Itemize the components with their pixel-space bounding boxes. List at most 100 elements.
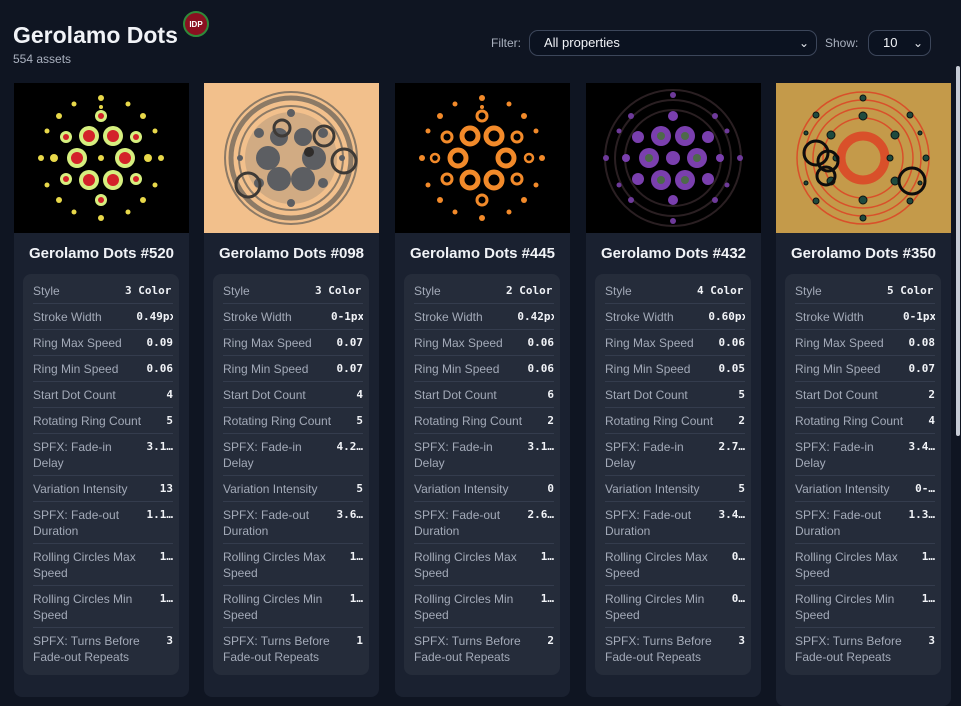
property-row: Ring Min Speed 0.06 [414,356,554,382]
property-value: 4 [166,388,173,401]
property-name: Stroke Width [605,310,674,324]
property-row: Rotating Ring Count 2 [414,408,554,434]
page-scrollbar[interactable] [956,66,960,436]
property-name: Rolling Circles Min Speed [605,592,705,622]
property-row: SPFX: Fade-in Delay 3.1… [414,434,554,476]
filter-select[interactable]: All properties ⌄ [529,30,817,56]
asset-card[interactable]: Gerolamo Dots #445 Style 2 Color Theme St… [395,83,570,697]
property-row: Variation Intensity 0 [414,476,554,502]
property-row: Ring Max Speed 0.08 [795,330,935,356]
property-value: 0.60px [708,310,745,323]
property-value: 0.42px [517,310,554,323]
property-value: 3.4… [718,508,746,521]
property-name: SPFX: Fade-out Duration [414,508,501,538]
asset-title[interactable]: Gerolamo Dots #520 [14,245,189,262]
asset-title[interactable]: Gerolamo Dots #432 [586,245,761,262]
asset-thumbnail[interactable] [586,83,761,233]
property-name: Stroke Width [33,310,102,324]
property-row: SPFX: Turns Before Fade-out Repeats 3 [33,628,173,669]
property-name: Rotating Ring Count [33,414,142,428]
property-row: Style 5 Color Theme [795,278,935,304]
property-row: SPFX: Fade-out Duration 1.3… [795,502,935,544]
property-value: 13 [159,482,173,495]
property-row: Variation Intensity 5 [605,476,745,502]
property-name: Variation Intensity [795,482,890,496]
show-label: Show: [825,36,859,50]
asset-card[interactable]: Gerolamo Dots #520 Style 3 Color Theme St… [14,83,189,697]
property-name: SPFX: Fade-in Delay [223,440,302,470]
property-value: 5 [738,388,745,401]
property-name: Rolling Circles Max Speed [33,550,136,580]
property-row: Style 4 Color Theme [605,278,745,304]
property-name: Start Dot Count [33,388,116,402]
property-name: Style [605,284,632,298]
property-value: 1… [349,550,363,563]
property-value: 0.05 [718,362,746,375]
asset-thumbnail[interactable] [204,83,379,233]
property-name: Rotating Ring Count [795,414,904,428]
property-row: Rolling Circles Min Speed 0… [605,586,745,628]
asset-title[interactable]: Gerolamo Dots #350 [776,245,951,262]
asset-card[interactable]: Gerolamo Dots #432 Style 4 Color Theme St… [586,83,761,697]
property-row: Ring Min Speed 0.06 [33,356,173,382]
property-row: Variation Intensity 13 [33,476,173,502]
property-row: Rolling Circles Max Speed 1… [795,544,935,586]
property-value: 2 [738,414,745,427]
property-name: SPFX: Fade-in Delay [605,440,684,470]
property-value: 0… [731,550,745,563]
filter-label: Filter: [491,36,521,50]
property-row: Rolling Circles Max Speed 1… [414,544,554,586]
property-row: Rolling Circles Min Speed 1… [223,586,363,628]
asset-thumbnail[interactable] [776,83,951,233]
property-name: Variation Intensity [605,482,700,496]
asset-thumbnail[interactable] [395,83,570,233]
property-value: 3 Color Theme [315,284,363,297]
property-name: Ring Max Speed [795,336,884,350]
property-value: 5 [738,482,745,495]
show-count-select[interactable]: 10 ⌄ [868,30,931,56]
property-value: 2 Color Theme [506,284,554,297]
property-name: SPFX: Fade-in Delay [795,440,874,470]
property-name: Rolling Circles Min Speed [33,592,133,622]
property-value: 3.4… [908,440,936,453]
property-value: 4 [928,414,935,427]
property-name: Rolling Circles Max Speed [605,550,708,580]
property-list: Style 3 Color Theme Stroke Width 0.49px Ri… [23,274,179,675]
property-value: 3.6… [336,508,364,521]
property-name: Ring Min Speed [414,362,500,376]
asset-count: 554 assets [13,52,72,66]
property-row: Stroke Width 0.60px [605,304,745,330]
property-row: Rolling Circles Min Speed 1… [33,586,173,628]
property-row: Rotating Ring Count 5 [33,408,173,434]
property-name: SPFX: Fade-in Delay [414,440,493,470]
property-value: 1 [356,634,363,647]
property-row: Stroke Width 0-1px [223,304,363,330]
asset-grid: Gerolamo Dots #520 Style 3 Color Theme St… [0,83,961,706]
property-value: 1… [159,592,173,605]
asset-title[interactable]: Gerolamo Dots #098 [204,245,379,262]
asset-title[interactable]: Gerolamo Dots #445 [395,245,570,262]
property-name: Rolling Circles Min Speed [223,592,323,622]
property-value: 0.49px [136,310,173,323]
asset-thumbnail[interactable] [14,83,189,233]
property-value: 3.1… [527,440,555,453]
property-row: Rotating Ring Count 2 [605,408,745,434]
show-count-value: 10 [883,35,898,50]
property-row: Start Dot Count 4 [223,382,363,408]
property-value: 0.06 [718,336,746,349]
property-row: SPFX: Fade-in Delay 2.7… [605,434,745,476]
property-value: 1.3… [908,508,936,521]
property-value: 5 [166,414,173,427]
asset-card[interactable]: Gerolamo Dots #350 Style 5 Color Theme St… [776,83,951,706]
property-value: 1… [540,550,554,563]
property-name: SPFX: Fade-out Duration [223,508,310,538]
asset-card[interactable]: Gerolamo Dots #098 Style 3 Color Theme St… [204,83,379,697]
property-row: SPFX: Fade-out Duration 1.1… [33,502,173,544]
property-value: 2 [928,388,935,401]
property-name: Ring Max Speed [223,336,312,350]
property-name: Stroke Width [795,310,864,324]
property-value: 0.08 [908,336,936,349]
property-row: Rolling Circles Max Speed 0… [605,544,745,586]
chevron-down-icon: ⌄ [798,36,809,50]
property-name: Variation Intensity [414,482,509,496]
